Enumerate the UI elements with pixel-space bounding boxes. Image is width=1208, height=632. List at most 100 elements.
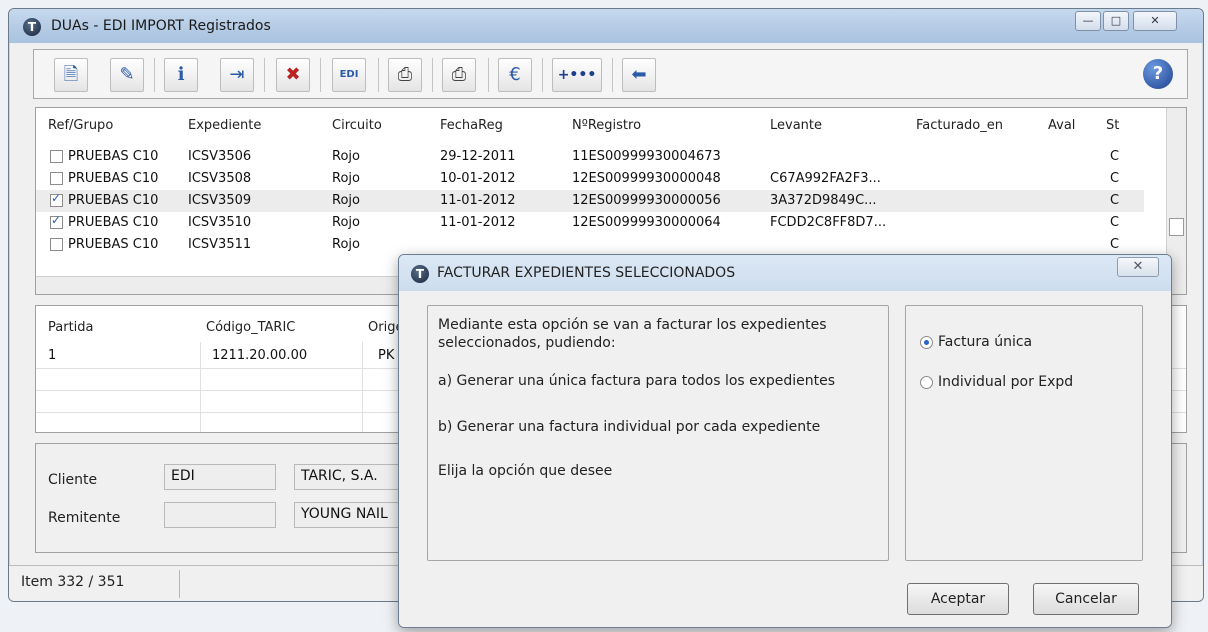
invoice-euro-icon: € <box>509 64 521 85</box>
ref-cell[interactable]: PRUEBAS C10 <box>68 193 158 208</box>
expediente-cell[interactable]: ICSV3511 <box>188 237 251 252</box>
row-checkbox[interactable] <box>50 191 63 207</box>
delete-doc-icon: ✖ <box>285 64 301 85</box>
scrollbar-thumb[interactable] <box>1169 218 1184 236</box>
circuito-cell[interactable]: Rojo <box>332 237 360 252</box>
radio-individual-label[interactable]: Individual por Expd <box>938 373 1073 391</box>
more-icon: +••• <box>557 67 597 83</box>
row-checkbox[interactable] <box>50 150 63 163</box>
description-line2: seleccionados, pudiendo: <box>438 335 616 351</box>
toolbar-button-import[interactable]: ⇥ <box>220 58 254 92</box>
table-row[interactable]: PRUEBAS C10 ICSV3510 Rojo 11-01-2012 12ES009… <box>36 212 1156 234</box>
toolbar-button-edit[interactable]: ✎ <box>110 58 144 92</box>
table-row[interactable]: PRUEBAS C10 ICSV3511 Rojo C <box>36 234 1156 256</box>
cliente-name-field[interactable]: TARIC, S.A. <box>294 464 414 490</box>
ref-cell[interactable]: PRUEBAS C10 <box>68 149 158 164</box>
st-cell[interactable]: C <box>1110 215 1119 230</box>
dialog-title-bar: T FACTURAR EXPEDIENTES SELECCIONADOS ✕ <box>399 255 1171 291</box>
column-header[interactable]: St <box>1106 118 1119 133</box>
expediente-cell[interactable]: ICSV3510 <box>188 215 251 230</box>
toolbar-separator <box>612 58 613 92</box>
column-header[interactable]: Aval <box>1048 118 1075 133</box>
column-header[interactable]: Ref/Grupo <box>48 118 113 133</box>
expediente-cell[interactable]: ICSV3509 <box>188 193 251 208</box>
toolbar-button-invoice[interactable]: € <box>498 58 532 92</box>
maximize-button[interactable]: □ <box>1103 11 1129 31</box>
table-row[interactable]: PRUEBAS C10 ICSV3509 Rojo 11-01-2012 12ES009… <box>36 190 1156 212</box>
radio-individual[interactable] <box>920 376 933 389</box>
circuito-cell[interactable]: Rojo <box>332 215 360 230</box>
levante-cell[interactable]: C67A992FA2F3... <box>770 171 881 186</box>
ref-cell[interactable]: PRUEBAS C10 <box>68 215 158 230</box>
column-header[interactable]: Partida <box>48 320 94 335</box>
toolbar: 🗎 ✎ ℹ ⇥ ✖ EDI ⎙ ⎙ € +••• ⬅ ? <box>33 49 1188 99</box>
status-divider <box>179 570 180 598</box>
dialog-close-button[interactable]: ✕ <box>1117 257 1159 277</box>
toolbar-button-new[interactable]: 🗎 <box>54 58 88 92</box>
fecha-cell[interactable]: 10-01-2012 <box>440 171 516 186</box>
import-icon: ⇥ <box>229 64 245 85</box>
help-icon[interactable]: ? <box>1143 59 1173 89</box>
ref-cell[interactable]: PRUEBAS C10 <box>68 237 158 252</box>
edi-icon: EDI <box>339 69 359 80</box>
registro-cell[interactable]: 11ES00999930004673 <box>572 149 721 164</box>
row-checkbox[interactable] <box>50 172 63 185</box>
circuito-cell[interactable]: Rojo <box>332 193 360 208</box>
toolbar-separator <box>542 58 543 92</box>
expediente-cell[interactable]: ICSV3508 <box>188 171 251 186</box>
expediente-cell[interactable]: ICSV3506 <box>188 149 251 164</box>
print-preview-icon: ⎙ <box>451 64 467 85</box>
toolbar-button-print-preview[interactable]: ⎙ <box>442 58 476 92</box>
circuito-cell[interactable]: Rojo <box>332 149 360 164</box>
radio-factura-unica-label[interactable]: Factura única <box>938 333 1032 351</box>
row-checkbox[interactable] <box>50 238 63 251</box>
fecha-cell[interactable]: 11-01-2012 <box>440 215 516 230</box>
column-header[interactable]: Levante <box>770 118 822 133</box>
origen-cell[interactable]: PK <box>378 348 394 363</box>
toolbar-button-delete[interactable]: ✖ <box>276 58 310 92</box>
option-a-text: a) Generar una única factura para todos … <box>438 373 835 389</box>
st-cell[interactable]: C <box>1110 149 1119 164</box>
levante-cell[interactable]: FCDD2C8FF8D7... <box>770 215 886 230</box>
dialog-title: FACTURAR EXPEDIENTES SELECCIONADOS <box>437 265 736 281</box>
toolbar-button-back[interactable]: ⬅ <box>622 58 656 92</box>
taric-cell[interactable]: 1211.20.00.00 <box>212 348 307 363</box>
remitente-code-field[interactable] <box>164 502 276 528</box>
column-header[interactable]: NºRegistro <box>572 118 641 133</box>
table-row[interactable]: PRUEBAS C10 ICSV3506 Rojo 29-12-2011 11ES009… <box>36 146 1156 168</box>
partida-cell[interactable]: 1 <box>48 348 56 363</box>
toolbar-button-edi[interactable]: EDI <box>332 58 366 92</box>
minimize-button[interactable]: — <box>1075 11 1101 31</box>
registro-cell[interactable]: 12ES00999930000048 <box>572 171 721 186</box>
fecha-cell[interactable]: 29-12-2011 <box>440 149 516 164</box>
remitente-name-field[interactable]: YOUNG NAIL <box>294 502 414 528</box>
toolbar-button-print[interactable]: ⎙ <box>388 58 422 92</box>
app-logo-icon: T <box>411 265 429 283</box>
option-box: Factura única Individual por Expd <box>905 305 1143 561</box>
fecha-cell[interactable]: 11-01-2012 <box>440 193 516 208</box>
app-logo-icon: T <box>23 18 41 36</box>
registro-cell[interactable]: 12ES00999930000056 <box>572 193 721 208</box>
toolbar-button-more[interactable]: +••• <box>552 58 602 92</box>
column-header[interactable]: FechaReg <box>440 118 503 133</box>
column-header[interactable]: Expediente <box>188 118 261 133</box>
column-header[interactable]: Facturado_en <box>916 118 1003 133</box>
close-button[interactable]: ✕ <box>1133 11 1177 31</box>
st-cell[interactable]: C <box>1110 171 1119 186</box>
accept-button[interactable]: Aceptar <box>907 583 1009 615</box>
ref-cell[interactable]: PRUEBAS C10 <box>68 171 158 186</box>
toolbar-separator <box>488 58 489 92</box>
st-cell[interactable]: C <box>1110 193 1119 208</box>
registro-cell[interactable]: 12ES00999930000064 <box>572 215 721 230</box>
radio-factura-unica[interactable] <box>920 336 933 349</box>
st-cell[interactable]: C <box>1110 237 1119 252</box>
row-checkbox[interactable] <box>50 213 63 229</box>
column-header[interactable]: Circuito <box>332 118 382 133</box>
circuito-cell[interactable]: Rojo <box>332 171 360 186</box>
levante-cell[interactable]: 3A372D9849C... <box>770 193 877 208</box>
cliente-code-field[interactable]: EDI <box>164 464 276 490</box>
column-header[interactable]: Código_TARIC <box>206 320 295 335</box>
cancel-button[interactable]: Cancelar <box>1033 583 1139 615</box>
toolbar-button-info[interactable]: ℹ <box>164 58 198 92</box>
table-row[interactable]: PRUEBAS C10 ICSV3508 Rojo 10-01-2012 12ES009… <box>36 168 1156 190</box>
